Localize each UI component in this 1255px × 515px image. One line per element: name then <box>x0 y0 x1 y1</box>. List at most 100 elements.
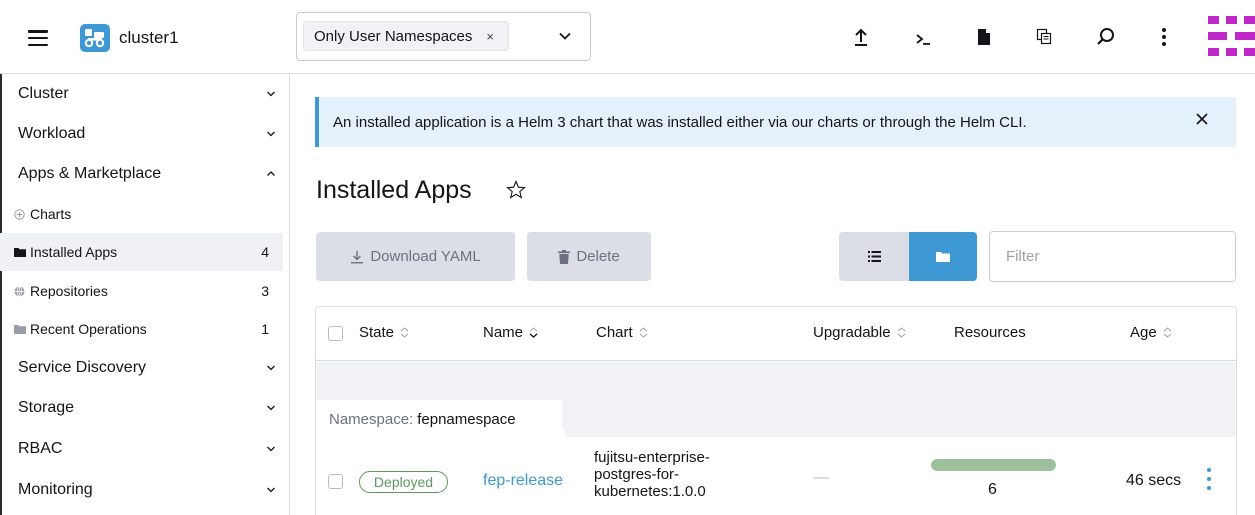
folder-icon <box>14 324 26 334</box>
column-label: Name <box>483 324 524 341</box>
filter-input[interactable] <box>989 231 1236 282</box>
column-label: Upgradable <box>813 324 891 341</box>
group-by-namespace-toggle[interactable] <box>909 232 977 281</box>
nav-group-label: Service Discovery <box>18 359 147 376</box>
kubectl-shell-icon[interactable] <box>913 26 933 48</box>
copy-kubeconfig-icon[interactable] <box>1034 26 1054 48</box>
nav-group-monitoring[interactable]: Monitoring <box>18 470 290 510</box>
age-value: 46 secs <box>1126 472 1182 489</box>
nav-group-apps-marketplace[interactable]: Apps & Marketplace <box>18 154 290 194</box>
namespace-group-band: Namespace: fepnamespace <box>316 362 1236 438</box>
namespace-chip: Only User Namespaces × <box>303 21 509 51</box>
rancher-app: cluster1 Only User Namespaces × Cluster … <box>0 0 1255 515</box>
download-yaml-button[interactable]: Download YAML <box>316 232 515 281</box>
column-header-upgradable[interactable]: Upgradable <box>813 324 906 341</box>
top-header: cluster1 Only User Namespaces × <box>0 0 1255 74</box>
cluster-logo-icon <box>80 24 110 52</box>
resources-progress-fill <box>931 459 1056 471</box>
chevron-down-icon <box>267 91 275 97</box>
brand-logo-icon[interactable] <box>1208 14 1255 60</box>
info-banner: An installed application is a Helm 3 cha… <box>315 97 1236 147</box>
nav-group-service-discovery[interactable]: Service Discovery <box>18 348 290 388</box>
close-icon[interactable] <box>1194 111 1210 127</box>
sidebar-item-label: Installed Apps <box>30 244 118 260</box>
chip-remove-icon[interactable]: × <box>486 29 494 44</box>
column-label: State <box>359 324 395 341</box>
sidebar-item-installed-apps[interactable]: Installed Apps 4 <box>0 233 283 271</box>
column-header-chart[interactable]: Chart <box>596 324 648 341</box>
folder-icon <box>14 247 26 257</box>
delete-button[interactable]: Delete <box>527 232 651 281</box>
column-header-state[interactable]: State <box>359 324 409 341</box>
sidebar-item-label: Recent Operations <box>30 321 147 337</box>
menu-hamburger-icon[interactable] <box>28 30 48 47</box>
namespace-chip-label: Only User Namespaces <box>314 27 473 45</box>
nav-group-label: Storage <box>18 399 75 416</box>
chart-cell: fujitsu-enterprise- postgres-for- kubern… <box>594 449 764 500</box>
nav-group-label: Apps & Marketplace <box>18 165 162 182</box>
download-yaml-label: Download YAML <box>370 248 481 265</box>
table-row <box>316 437 1236 515</box>
select-all-checkbox[interactable] <box>328 326 343 341</box>
row-actions-icon[interactable] <box>1205 468 1213 490</box>
sort-ascending-icon <box>529 327 538 338</box>
chevron-up-icon <box>267 171 275 176</box>
upgradable-value: — <box>813 469 829 486</box>
resources-progress-bar[interactable] <box>931 459 1056 471</box>
import-yaml-icon[interactable] <box>851 26 871 48</box>
nav-group-workload[interactable]: Workload <box>18 114 290 154</box>
nav-group-label: RBAC <box>18 440 63 457</box>
star-favorite-icon[interactable] <box>505 179 527 201</box>
sidebar-item-label: Repositories <box>30 283 108 299</box>
banner-text: An installed application is a Helm 3 cha… <box>333 113 1027 131</box>
sort-icon <box>1163 327 1172 338</box>
circle-plus-icon <box>14 208 26 220</box>
column-header-age[interactable]: Age <box>1130 324 1172 341</box>
flat-list-view-toggle[interactable] <box>839 232 909 281</box>
namespace-group-prefix: Namespace: <box>329 410 414 428</box>
chevron-down-icon <box>267 446 275 452</box>
delete-label: Delete <box>576 248 620 265</box>
trash-icon <box>558 249 571 264</box>
globe-icon <box>14 285 26 297</box>
release-name-link[interactable]: fep-release <box>483 472 563 490</box>
chart-line: postgres-for- <box>594 466 680 483</box>
installed-apps-table: State Name Chart Upgradable Resources Ag… <box>315 306 1237 515</box>
chevron-down-icon <box>267 131 275 137</box>
sidebar-item-label: Charts <box>30 206 72 222</box>
column-header-resources: Resources <box>954 324 1026 341</box>
sidebar-item-count: 1 <box>261 321 269 337</box>
folder-icon <box>936 252 950 262</box>
namespace-group-name: fepnamespace <box>417 410 516 428</box>
sidebar-item-repositories[interactable]: Repositories 3 <box>0 272 283 310</box>
search-icon[interactable] <box>1096 26 1116 48</box>
list-icon <box>867 251 881 262</box>
column-header-name[interactable]: Name <box>483 324 538 341</box>
chevron-down-icon <box>267 405 275 411</box>
chevron-down-icon <box>267 487 275 493</box>
column-label: Chart <box>596 324 633 341</box>
page-title: Installed Apps <box>316 176 472 204</box>
sidebar-item-count: 4 <box>261 244 269 260</box>
row-select-checkbox[interactable] <box>328 474 343 489</box>
chart-line: fujitsu-enterprise- <box>594 449 710 466</box>
nav-group-label: Monitoring <box>18 481 93 498</box>
chevron-down-icon[interactable] <box>558 29 572 43</box>
nav-group-label: Cluster <box>18 85 69 102</box>
status-badge: Deployed <box>359 471 448 493</box>
chart-line: kubernetes:1.0.0 <box>594 483 706 500</box>
more-menu-icon[interactable] <box>1154 26 1174 48</box>
sidebar-item-charts[interactable]: Charts <box>0 195 283 233</box>
column-label: Age <box>1130 324 1157 341</box>
namespace-filter-select[interactable]: Only User Namespaces × <box>296 12 591 61</box>
sort-icon <box>639 327 648 338</box>
namespace-tab-corner <box>546 400 568 438</box>
nav-group-cluster[interactable]: Cluster <box>18 74 290 114</box>
cluster-name[interactable]: cluster1 <box>119 28 179 48</box>
nav-group-rbac[interactable]: RBAC <box>18 429 290 469</box>
nav-group-storage[interactable]: Storage <box>18 388 290 428</box>
kubeconfig-file-icon[interactable] <box>974 26 994 48</box>
sidebar-item-recent-operations[interactable]: Recent Operations 1 <box>0 310 283 348</box>
chevron-down-icon <box>267 365 275 371</box>
nav-group-label: Workload <box>18 125 86 142</box>
